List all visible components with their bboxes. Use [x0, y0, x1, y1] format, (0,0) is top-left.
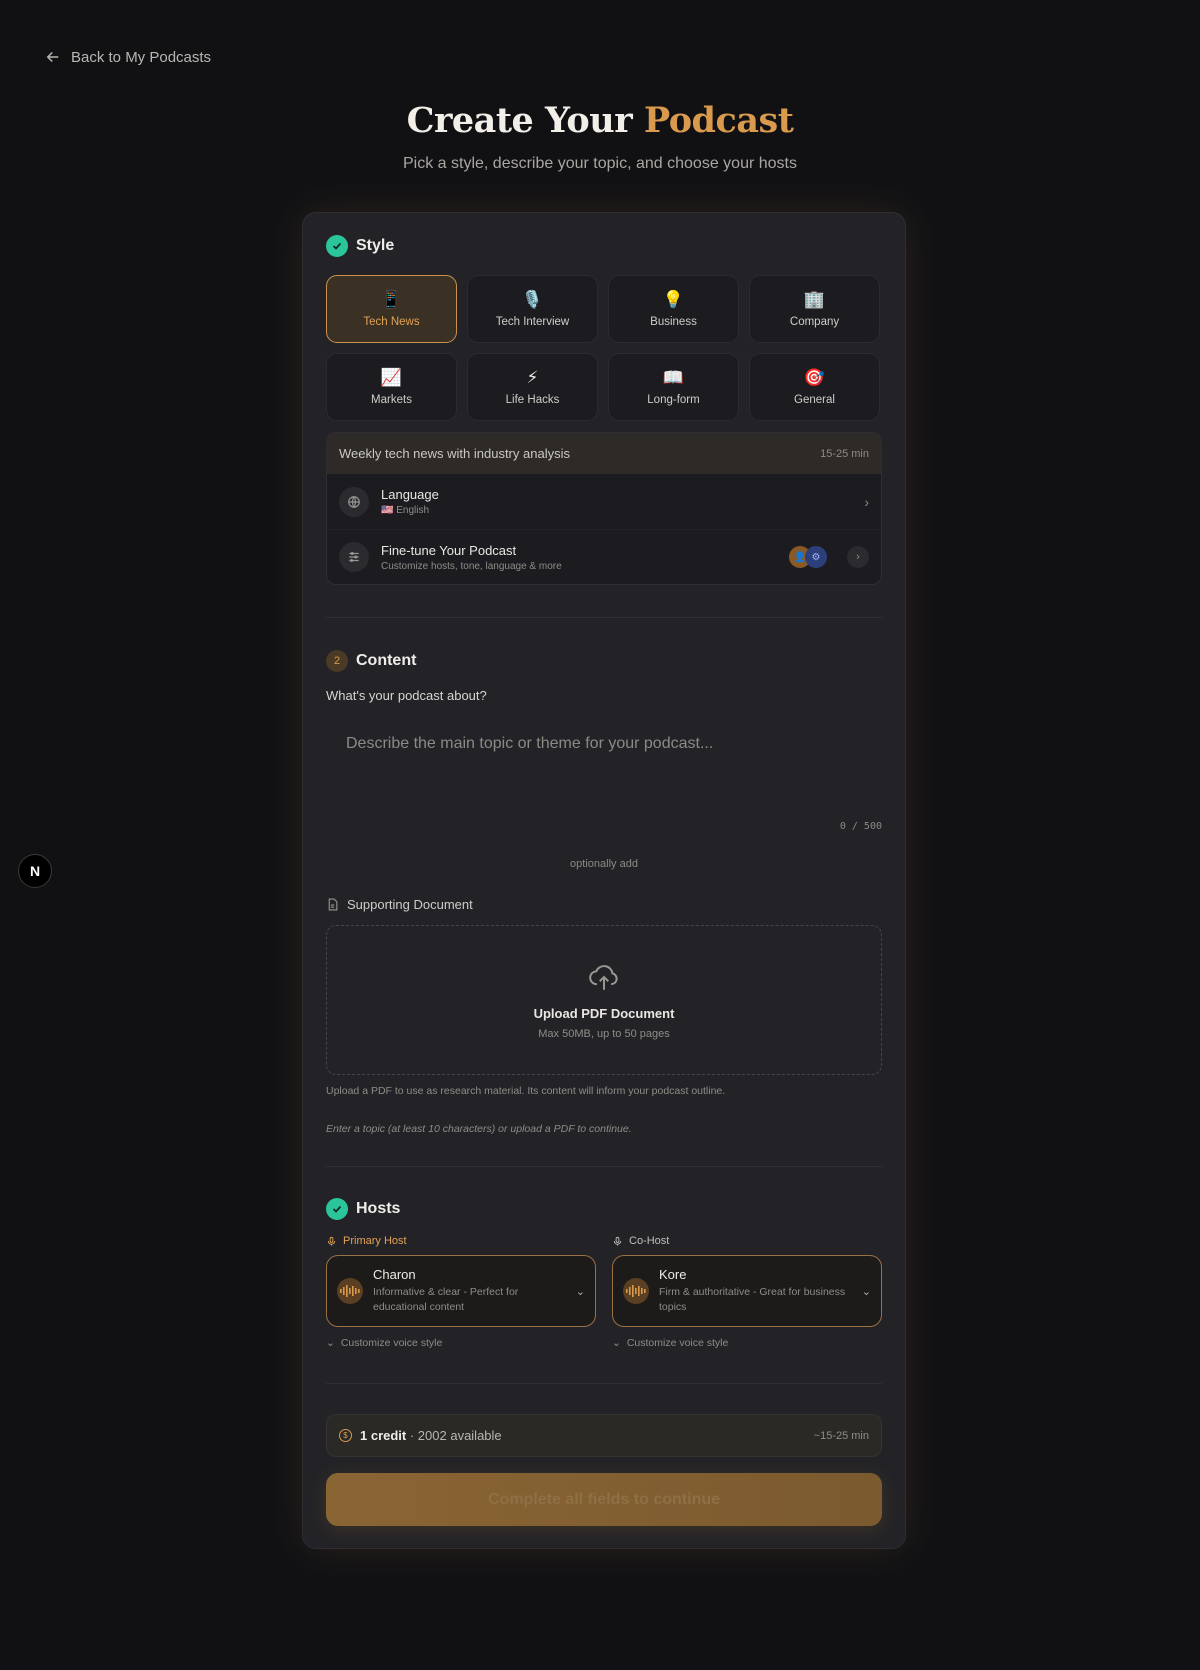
chevron-down-icon: ⌄ [326, 1337, 335, 1349]
lightbulb-icon: 💡 [662, 290, 685, 309]
office-building-icon: 🏢 [803, 290, 826, 309]
dev-tools-badge[interactable]: N [18, 854, 52, 888]
supporting-document-label: Supporting Document [326, 897, 882, 912]
page-subtitle: Pick a style, describe your topic, and c… [403, 155, 797, 172]
upload-help-text: Upload a PDF to use as research material… [326, 1085, 726, 1097]
hosts-section-header: Hosts [326, 1198, 882, 1220]
style-long-form[interactable]: 📖 Long-form [608, 353, 739, 421]
validation-hint: Enter a topic (at least 10 characters) o… [326, 1123, 632, 1135]
style-description-bar: Weekly tech news with industry analysis … [327, 433, 881, 474]
finetune-row[interactable]: Fine-tune Your Podcast Customize hosts, … [327, 529, 881, 584]
credit-text: 1 credit · 2002 available [360, 1428, 502, 1443]
globe-icon [339, 486, 369, 517]
microphone-icon [327, 1236, 336, 1246]
chevron-right-icon: › [864, 493, 869, 510]
document-icon [328, 898, 338, 911]
customize-primary-voice[interactable]: ⌄ Customize voice style [326, 1337, 596, 1349]
optionally-add-divider: optionally add [570, 858, 638, 870]
style-section-header: Style [326, 235, 882, 257]
cohost-label: Co-Host [612, 1235, 882, 1247]
primary-host-column: Primary Host Charon Informative & clear … [326, 1235, 596, 1349]
finetune-subtitle: Customize hosts, tone, language & more [381, 560, 562, 572]
language-value: 🇺🇸 English [381, 505, 430, 516]
primary-host-text: Charon Informative & clear - Perfect for… [373, 1267, 566, 1314]
credit-summary: $ 1 credit · 2002 available ~15-25 min [326, 1414, 882, 1457]
host-avatars: 👤 ⚙ [789, 546, 827, 568]
check-icon [326, 235, 348, 257]
style-tech-news[interactable]: 📱 Tech News [326, 275, 457, 343]
create-podcast-card: Style 📱 Tech News 🎙️ Tech Interview 💡 Bu… [302, 212, 906, 1549]
content-section-header: 2 Content [326, 650, 882, 672]
lightning-icon: ⚡ [526, 368, 539, 387]
check-icon [326, 1198, 348, 1220]
hosts-grid: Primary Host Charon Informative & clear … [326, 1235, 882, 1349]
style-details-panel: Weekly tech news with industry analysis … [326, 432, 882, 585]
open-book-icon: 📖 [662, 368, 685, 387]
cohost-select[interactable]: Kore Firm & authoritative - Great for bu… [612, 1255, 882, 1327]
style-options-grid: 📱 Tech News 🎙️ Tech Interview 💡 Business… [326, 275, 882, 421]
chevron-down-icon: ⌄ [861, 1285, 871, 1298]
cohost-name: Kore [659, 1267, 687, 1283]
mobile-phone-icon: 📱 [380, 290, 403, 309]
chevron-down-icon: ⌄ [575, 1285, 585, 1298]
style-company[interactable]: 🏢 Company [749, 275, 880, 343]
target-icon: 🎯 [803, 368, 826, 387]
arrow-left-icon [46, 51, 59, 63]
section-divider [326, 1166, 882, 1167]
create-podcast-button[interactable]: Complete all fields to continue [326, 1473, 882, 1526]
credit-info: $ 1 credit · 2002 available [339, 1428, 502, 1443]
robot-avatar-icon: ⚙ [805, 546, 827, 568]
audio-wave-icon [337, 1278, 363, 1304]
language-text: Language 🇺🇸 English [381, 487, 852, 516]
microphone-icon [613, 1236, 622, 1246]
chart-up-icon: 📈 [380, 368, 403, 387]
customize-cohost-voice[interactable]: ⌄ Customize voice style [612, 1337, 882, 1349]
microphone-icon: 🎙️ [521, 290, 544, 309]
section-divider [326, 617, 882, 618]
cloud-upload-icon [589, 965, 618, 990]
primary-host-select[interactable]: Charon Informative & clear - Perfect for… [326, 1255, 596, 1327]
chevron-down-icon: ⌄ [612, 1337, 621, 1349]
style-duration: 15-25 min [820, 447, 869, 460]
primary-host-label: Primary Host [326, 1235, 596, 1247]
back-label: Back to My Podcasts [71, 48, 212, 66]
sliders-icon [339, 542, 369, 572]
cohost-column: Co-Host Kore Firm & authoritative - Grea… [612, 1235, 882, 1349]
primary-host-name: Charon [373, 1267, 416, 1283]
style-general[interactable]: 🎯 General [749, 353, 880, 421]
style-markets[interactable]: 📈 Markets [326, 353, 457, 421]
pdf-upload-dropzone[interactable]: Upload PDF Document Max 50MB, up to 50 p… [326, 925, 882, 1075]
upload-limits: Max 50MB, up to 50 pages [538, 1028, 670, 1040]
primary-host-description: Informative & clear - Perfect for educat… [373, 1286, 519, 1313]
chevron-right-icon: › [847, 546, 869, 568]
style-business[interactable]: 💡 Business [608, 275, 739, 343]
style-description: Weekly tech news with industry analysis [339, 446, 570, 461]
section-divider [326, 1383, 882, 1384]
upload-title: Upload PDF Document [533, 1006, 675, 1021]
page-title: Create Your Podcast [406, 100, 794, 141]
audio-wave-icon [623, 1278, 649, 1304]
finetune-text: Fine-tune Your Podcast Customize hosts, … [381, 543, 777, 572]
step-number: 2 [326, 650, 348, 672]
cohost-description: Firm & authoritative - Great for busines… [659, 1286, 846, 1313]
language-title: Language [381, 487, 439, 502]
page-header: Create Your Podcast Pick a style, descri… [0, 100, 1200, 173]
estimated-duration: ~15-25 min [813, 1429, 869, 1442]
cohost-text: Kore Firm & authoritative - Great for bu… [659, 1267, 852, 1314]
back-to-podcasts-link[interactable]: Back to My Podcasts [44, 48, 211, 66]
topic-textarea[interactable] [326, 725, 882, 805]
style-tech-interview[interactable]: 🎙️ Tech Interview [467, 275, 598, 343]
character-counter: 0 / 500 [839, 821, 882, 832]
style-life-hacks[interactable]: ⚡ Life Hacks [467, 353, 598, 421]
coin-icon: $ [339, 1429, 352, 1442]
finetune-title: Fine-tune Your Podcast [381, 542, 517, 558]
topic-question: What's your podcast about? [326, 688, 487, 703]
language-row[interactable]: Language 🇺🇸 English › [327, 474, 881, 529]
